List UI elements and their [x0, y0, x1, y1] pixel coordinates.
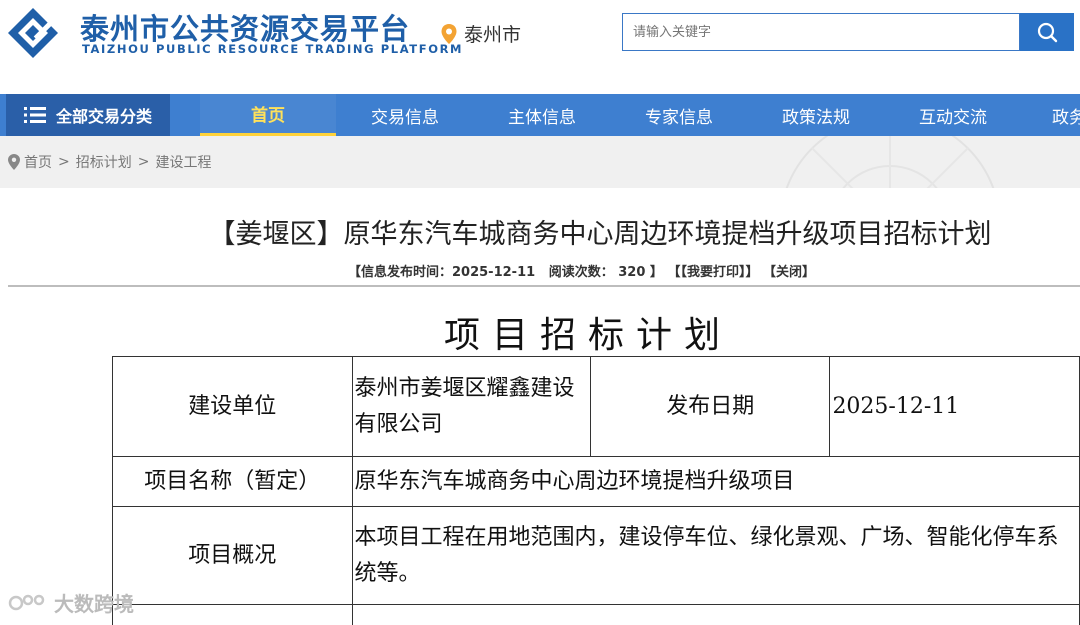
table-value-cell	[351, 604, 1080, 625]
table-label-cell: 发布日期	[589, 356, 831, 457]
city-label: 泰州市	[464, 24, 522, 46]
table-row: 建设单位 泰州市姜堰区耀鑫建设有限公司 发布日期 2025-12-11	[112, 356, 1080, 457]
search-input[interactable]	[623, 14, 1019, 50]
map-pin-icon	[441, 23, 457, 44]
site-subtitle: TAIZHOU PUBLIC RESOURCE TRADING PLATFORM	[82, 42, 464, 56]
search-icon	[1037, 22, 1058, 43]
divider	[8, 285, 1080, 287]
table-row: 项目概况 本项目工程在用地范围内，建设停车位、绿化景观、广场、智能化停车系统等。	[112, 506, 1080, 605]
table-value-cell: 2025-12-11	[829, 356, 1080, 457]
publish-info: 【信息发布时间：2025-12-11 阅读次数： 320 】	[348, 265, 663, 280]
watermark-logo-icon	[8, 594, 45, 610]
breadcrumb-bar: 首页 > 招标计划 > 建设工程	[0, 136, 1080, 188]
breadcrumb-separator: >	[137, 154, 150, 170]
decorative-ferris-wheel	[785, 136, 995, 188]
bid-plan-table: 建设单位 泰州市姜堰区耀鑫建设有限公司 发布日期 2025-12-11 项目名称…	[112, 356, 1080, 625]
table-label-cell: 项目概况	[112, 506, 353, 605]
nav-item-policy[interactable]: 政策法规	[748, 94, 884, 136]
breadcrumb-construction[interactable]: 建设工程	[155, 152, 211, 172]
breadcrumb-separator: >	[58, 154, 70, 170]
print-link[interactable]: 【【我要打印】】	[667, 265, 758, 280]
nav-item-entity-info[interactable]: 主体信息	[474, 94, 610, 136]
table-label-cell: 项目名称（暂定）	[112, 456, 353, 507]
nav-item-government[interactable]: 政务	[1052, 94, 1080, 136]
watermark-text: 大数跨境	[54, 592, 134, 616]
table-label-cell	[112, 604, 353, 625]
table-row	[112, 604, 1080, 625]
breadcrumb-home[interactable]: 首页	[24, 152, 52, 172]
all-categories-label: 全部交易分类	[56, 107, 153, 126]
location-pin-icon	[8, 154, 20, 170]
table-value-cell: 原华东汽车城商务中心周边环境提档升级项目	[351, 456, 1080, 507]
site-header: 泰州市公共资源交易平台 TAIZHOU PUBLIC RESOURCE TRAD…	[0, 0, 1080, 94]
breadcrumb-bid-plan[interactable]: 招标计划	[76, 152, 132, 172]
nav-item-home[interactable]: 首页	[200, 94, 336, 136]
nav-item-interaction[interactable]: 互动交流	[885, 94, 1021, 136]
watermark: 大数跨境	[8, 588, 134, 617]
nav-item-trading-info[interactable]: 交易信息	[337, 94, 473, 136]
logo-icon[interactable]	[6, 6, 60, 60]
table-label-cell: 建设单位	[112, 356, 353, 457]
nav-item-expert-info[interactable]: 专家信息	[611, 94, 747, 136]
search-box	[622, 13, 1020, 51]
article-meta: 【信息发布时间：2025-12-11 阅读次数： 320 】 【【我要打印】】 …	[348, 261, 815, 280]
close-link[interactable]: 【关闭】	[763, 265, 815, 280]
all-categories-button[interactable]: 全部交易分类	[6, 94, 170, 136]
table-value-cell: 本项目工程在用地范围内，建设停车位、绿化景观、广场、智能化停车系统等。	[351, 506, 1080, 605]
list-icon	[24, 107, 46, 123]
breadcrumb: 首页 > 招标计划 > 建设工程	[8, 152, 211, 172]
article-title: 【姜堰区】原华东汽车城商务中心周边环境提档升级项目招标计划	[208, 219, 992, 250]
table-row: 项目名称（暂定） 原华东汽车城商务中心周边环境提档升级项目	[112, 456, 1080, 507]
document-title: 项目招标计划	[443, 315, 732, 356]
table-value-cell: 泰州市姜堰区耀鑫建设有限公司	[351, 356, 591, 457]
search-button[interactable]	[1020, 13, 1074, 51]
location-selector[interactable]: 泰州市	[440, 20, 521, 47]
main-nav: 全部交易分类 首页 交易信息 主体信息 专家信息 政策法规 互动交流 政务	[0, 94, 1080, 136]
